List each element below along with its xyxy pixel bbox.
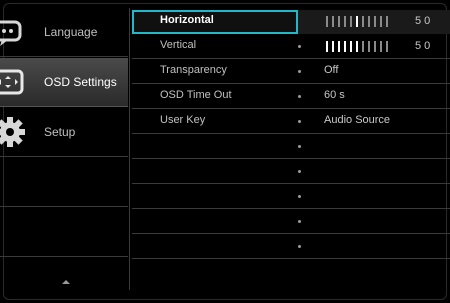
menu-row-empty <box>132 210 450 234</box>
osd-screen-icon <box>0 69 24 95</box>
slider-value: 50 <box>415 40 434 52</box>
menu-row-transparency[interactable]: Transparency Off <box>132 60 450 84</box>
menu-row-user-key[interactable]: User Key Audio Source <box>132 110 450 134</box>
row-label: Vertical <box>160 39 197 51</box>
slider-value: 50 <box>415 15 434 27</box>
menu-row-osd-time-out[interactable]: OSD Time Out 60 s <box>132 85 450 109</box>
scroll-up-arrow-icon[interactable] <box>62 280 70 284</box>
bullet-dot <box>298 145 301 148</box>
menu-row-empty <box>132 135 450 159</box>
sidebar-item-label: Language <box>44 25 98 39</box>
row-label: User Key <box>160 114 206 126</box>
bullet-dot <box>298 245 301 248</box>
sidebar-item-language[interactable]: Language <box>0 8 128 57</box>
vertical-slider[interactable] <box>326 41 388 53</box>
sidebar-item-label: Setup <box>44 125 76 139</box>
osd-menu: Language OSD Settings Setup Horizontal 5… <box>0 0 450 303</box>
menu-row-empty <box>132 185 450 209</box>
sidebar-empty-slot <box>0 208 128 257</box>
bullet-dot <box>298 95 301 98</box>
row-value: Audio Source <box>324 114 391 126</box>
sidebar-item-label: OSD Settings <box>44 75 117 89</box>
bullet-dot <box>298 45 301 48</box>
row-value: Off <box>324 64 339 76</box>
bullet-dot <box>298 120 301 123</box>
menu-row-horizontal[interactable]: Horizontal 50 <box>132 10 450 34</box>
sidebar-item-osd-settings[interactable]: OSD Settings <box>0 58 128 107</box>
menu-row-vertical[interactable]: Vertical 50 <box>132 35 450 59</box>
row-label: OSD Time Out <box>160 89 232 101</box>
selection-highlight <box>132 10 298 34</box>
sidebar-empty-slot <box>0 158 128 207</box>
gear-icon <box>0 117 25 147</box>
menu-row-empty <box>132 160 450 184</box>
sidebar-item-setup[interactable]: Setup <box>0 108 128 157</box>
bullet-dot <box>298 220 301 223</box>
bullet-dot <box>298 170 301 173</box>
osd-settings-list: Horizontal 50 Vertical 50 Transparency O… <box>132 10 450 290</box>
osd-sidebar: Language OSD Settings Setup <box>0 8 130 290</box>
chat-bubble-icon <box>0 20 22 46</box>
row-value: 60 s <box>324 89 345 101</box>
menu-row-empty <box>132 235 450 259</box>
horizontal-slider[interactable] <box>326 16 388 28</box>
row-label: Transparency <box>160 64 227 76</box>
bullet-dot <box>298 70 301 73</box>
row-label: Horizontal <box>160 14 214 26</box>
bullet-dot <box>298 195 301 198</box>
